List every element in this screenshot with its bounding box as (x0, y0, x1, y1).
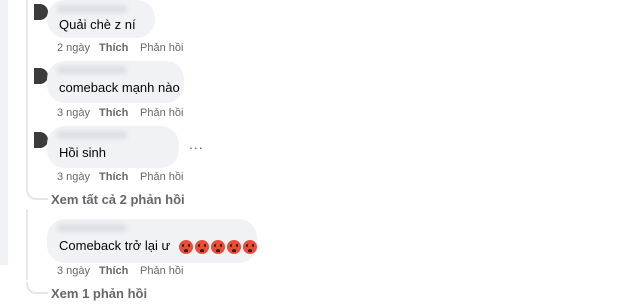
comment-time[interactable]: 3 ngày (57, 171, 91, 183)
reply-button[interactable]: Phản hồi (140, 265, 183, 277)
like-button[interactable]: Thích (99, 265, 129, 277)
comment-actions: 3 ngày Thích Phản hồi (57, 265, 183, 277)
pouting-face-emoji-icon (210, 239, 225, 254)
thread-connector (26, 282, 48, 294)
left-panel-edge (0, 0, 8, 265)
like-button[interactable]: Thích (99, 42, 129, 54)
thread-line (26, 210, 28, 280)
comment-bubble: Quải chè z ní (47, 0, 155, 38)
comment-text: Quải chè z ní (59, 16, 136, 32)
thread-connector (26, 188, 48, 200)
commenter-name-blurred[interactable] (57, 5, 127, 13)
pouting-face-emoji-icon (178, 239, 193, 254)
pouting-face-emoji-icon (194, 239, 209, 254)
comment-actions: 3 ngày Thích Phản hồi (57, 171, 183, 183)
reply-button[interactable]: Phản hồi (140, 171, 183, 183)
more-options-icon[interactable]: ... (189, 136, 204, 152)
comment-time[interactable]: 2 ngày (57, 42, 91, 54)
thread-line (26, 0, 28, 190)
comment-text: Comeback trở lại ư (59, 238, 257, 254)
comment-text: Hồi sinh (59, 144, 106, 160)
comment-text-content: Comeback trở lại ư (59, 238, 171, 254)
comment-bubble: comeback mạnh nào (47, 61, 184, 103)
commenter-name-blurred[interactable] (57, 224, 127, 232)
comment-time[interactable]: 3 ngày (57, 107, 91, 119)
avatar[interactable] (34, 68, 48, 84)
commenter-name-blurred[interactable] (57, 66, 127, 74)
like-button[interactable]: Thích (99, 107, 129, 119)
comment-time[interactable]: 3 ngày (57, 265, 91, 277)
view-replies-link[interactable]: Xem 1 phản hồi (51, 286, 147, 301)
avatar[interactable] (34, 4, 48, 20)
pouting-face-emoji-icon (242, 239, 257, 254)
reply-button[interactable]: Phản hồi (140, 107, 183, 119)
commenter-name-blurred[interactable] (57, 131, 127, 139)
avatar[interactable] (34, 132, 48, 148)
pouting-face-emoji-icon (226, 239, 241, 254)
reply-button[interactable]: Phản hồi (140, 42, 183, 54)
view-replies-link[interactable]: Xem tất cả 2 phản hồi (51, 192, 185, 207)
comment-bubble: Comeback trở lại ư (47, 219, 257, 263)
comment-bubble: Hồi sinh (47, 126, 179, 168)
like-button[interactable]: Thích (99, 171, 129, 183)
comment-actions: 3 ngày Thích Phản hồi (57, 107, 183, 119)
comment-actions: 2 ngày Thích Phản hồi (57, 42, 183, 54)
comment-text: comeback mạnh nào (59, 79, 180, 95)
